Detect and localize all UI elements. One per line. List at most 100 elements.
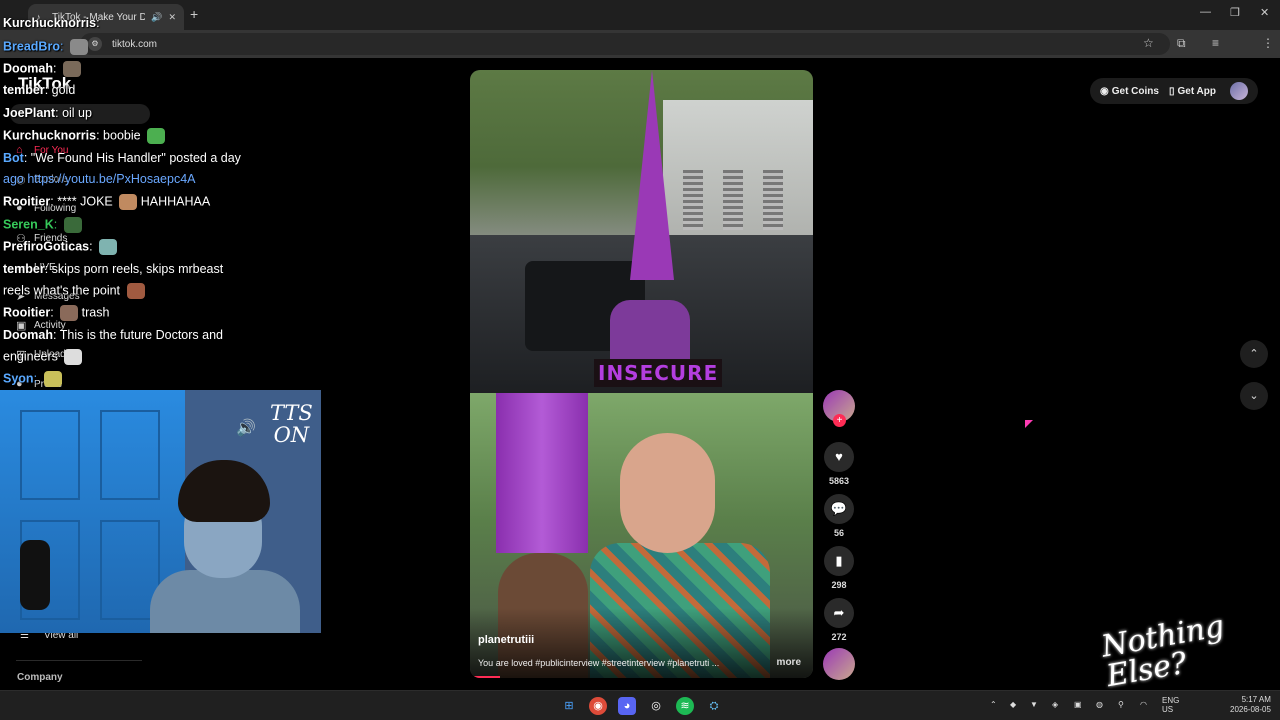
- sidebar-divider: [16, 660, 142, 661]
- bald-man-face: [620, 433, 715, 553]
- get-coins-label: Get Coins: [1111, 85, 1159, 97]
- video-author[interactable]: planetrutiii: [478, 634, 534, 646]
- chat-text: skips porn reels, skips mrbeast: [51, 262, 224, 276]
- spotify-icon[interactable]: ≋: [676, 697, 694, 715]
- comment-action[interactable]: 💬 56: [822, 494, 856, 538]
- new-tab-button[interactable]: +: [190, 6, 198, 22]
- coin-icon: ◉: [1100, 85, 1109, 97]
- emote: [64, 349, 83, 365]
- emote: [147, 128, 166, 144]
- save-action[interactable]: ▮ 298: [822, 546, 856, 590]
- mouse-cursor: [1025, 420, 1033, 428]
- follow-plus-icon[interactable]: +: [833, 414, 846, 427]
- chat-message: Kurchucknorris: boobie: [3, 128, 166, 144]
- chat-text: boobie: [103, 128, 141, 143]
- chat-user: tember: [3, 83, 45, 97]
- obs-icon[interactable]: ◎: [647, 697, 665, 715]
- tray-app-icon[interactable]: ◍: [1096, 700, 1103, 709]
- maximize-button[interactable]: ❐: [1230, 6, 1240, 19]
- browser-tabbar: ♪ TikTok - Make Your Day 🔊 ✕ + — ❐ ✕: [0, 0, 1280, 30]
- music-disc-avatar: [823, 648, 855, 680]
- emote: [60, 305, 79, 321]
- site-info-icon[interactable]: ⚙: [88, 37, 102, 51]
- chat-text: This is the future Doctors and: [59, 328, 224, 342]
- video-description: You are loved #publicinterview #streetin…: [478, 658, 720, 668]
- chat-user: Doomah: [3, 61, 53, 76]
- share-icon[interactable]: ➦: [824, 598, 854, 628]
- chrome-icon[interactable]: ◉: [589, 697, 607, 715]
- company-section-title[interactable]: Company: [17, 672, 63, 683]
- chat-message: Doomah:: [3, 61, 81, 77]
- media-control-icon[interactable]: ≡: [1212, 36, 1219, 50]
- chat-message: Rooitier: **** JOKE HAHHAHAA: [3, 194, 211, 210]
- previous-video-button[interactable]: ⌃: [1240, 340, 1268, 368]
- tray-app-icon[interactable]: ▣: [1074, 700, 1082, 709]
- clock-date: 2026-08-05: [1230, 705, 1271, 714]
- chat-message: tember: skips porn reels, skips mrbeast: [3, 262, 224, 276]
- chat-user: Doomah: [3, 328, 53, 342]
- language-indicator[interactable]: ENG US: [1162, 696, 1179, 714]
- video-progress-bar[interactable]: [470, 676, 500, 678]
- video-player[interactable]: INSECURE planetrutiii You are loved #pub…: [470, 70, 813, 678]
- steam-icon[interactable]: ⛭: [705, 697, 723, 715]
- chat-message: Syon:: [3, 371, 62, 387]
- like-count: 5863: [828, 476, 850, 486]
- bookmark-icon[interactable]: ▮: [824, 546, 854, 576]
- emote: [63, 217, 82, 233]
- tray-app-icon[interactable]: ⚲: [1118, 700, 1124, 709]
- comment-icon[interactable]: 💬: [824, 494, 854, 524]
- phone-icon: ▯: [1168, 85, 1175, 97]
- desktop-screen: ♪ TikTok - Make Your Day 🔊 ✕ + — ❐ ✕ ⚙ t…: [0, 0, 1280, 720]
- more-button[interactable]: more: [777, 657, 801, 668]
- speaker-icon[interactable]: 🔊: [151, 12, 162, 23]
- minimize-button[interactable]: —: [1200, 6, 1211, 18]
- start-button-icon[interactable]: ⊞: [560, 697, 578, 715]
- clock-time: 5:17 AM: [1241, 695, 1271, 704]
- user-avatar[interactable]: [1230, 82, 1248, 100]
- video-top-scene: INSECURE: [470, 70, 813, 393]
- next-video-button[interactable]: ⌄: [1240, 382, 1268, 410]
- close-window-button[interactable]: ✕: [1260, 6, 1269, 19]
- address-bar[interactable]: ⚙ tiktok.com: [80, 33, 1170, 55]
- chat-message: tember: gold: [3, 83, 76, 97]
- tray-shield-icon[interactable]: ▼: [1030, 700, 1038, 709]
- tts-status: TTS ON: [270, 401, 313, 447]
- music-disc[interactable]: [822, 648, 856, 680]
- discord-icon[interactable]: ◕: [618, 697, 636, 715]
- browser-menu-icon[interactable]: ⋮: [1262, 36, 1274, 50]
- share-action[interactable]: ➦ 272: [822, 598, 856, 642]
- get-app-label: Get App: [1177, 85, 1216, 97]
- chat-text: HAHHAHAA: [140, 194, 211, 209]
- chat-link[interactable]: ago https://youtu.be/PxHosaepc4A: [3, 172, 196, 186]
- taskbar-clock[interactable]: 5:17 AM 2026-08-05: [1230, 695, 1271, 715]
- chat-message: BreadBro:: [3, 39, 88, 55]
- emote: [119, 194, 138, 210]
- share-count: 272: [831, 632, 847, 642]
- chat-text: engineers: [3, 349, 58, 364]
- chat-user: PrefiroGoticas: [3, 239, 90, 254]
- microphone: [20, 540, 50, 610]
- heart-icon[interactable]: ♥: [824, 442, 854, 472]
- wifi-icon[interactable]: ◠: [1140, 700, 1147, 709]
- tray-app-icon[interactable]: ◆: [1010, 700, 1016, 709]
- chat-user: Bot: [3, 151, 24, 165]
- chat-user: Seren_K: [3, 217, 54, 232]
- chat-message: JoePlant: oil up: [3, 106, 92, 120]
- like-action[interactable]: ♥ 5863: [822, 442, 856, 486]
- emote: [62, 61, 81, 77]
- chat-user: BreadBro: [3, 39, 60, 54]
- get-coins-button[interactable]: ◉ Get Coins: [1100, 86, 1159, 97]
- creator-avatar[interactable]: +: [822, 390, 856, 427]
- bookmark-star-icon[interactable]: ☆: [1143, 36, 1154, 50]
- chat-user: tember: [3, 262, 45, 276]
- close-tab-icon[interactable]: ✕: [168, 12, 176, 23]
- extensions-icon[interactable]: ⧉: [1177, 36, 1186, 51]
- tray-app-icon[interactable]: ◈: [1052, 700, 1058, 709]
- chat-text: "We Found His Handler" posted a day: [30, 151, 241, 165]
- chat-text: **** JOKE: [57, 194, 113, 209]
- tray-chevron-icon[interactable]: ⌃: [990, 700, 997, 709]
- get-app-button[interactable]: ▯ Get App: [1169, 86, 1216, 97]
- purple-hat: [630, 70, 674, 280]
- chat-message: PrefiroGoticas:: [3, 239, 118, 255]
- chat-message: reels what's the point: [3, 283, 145, 299]
